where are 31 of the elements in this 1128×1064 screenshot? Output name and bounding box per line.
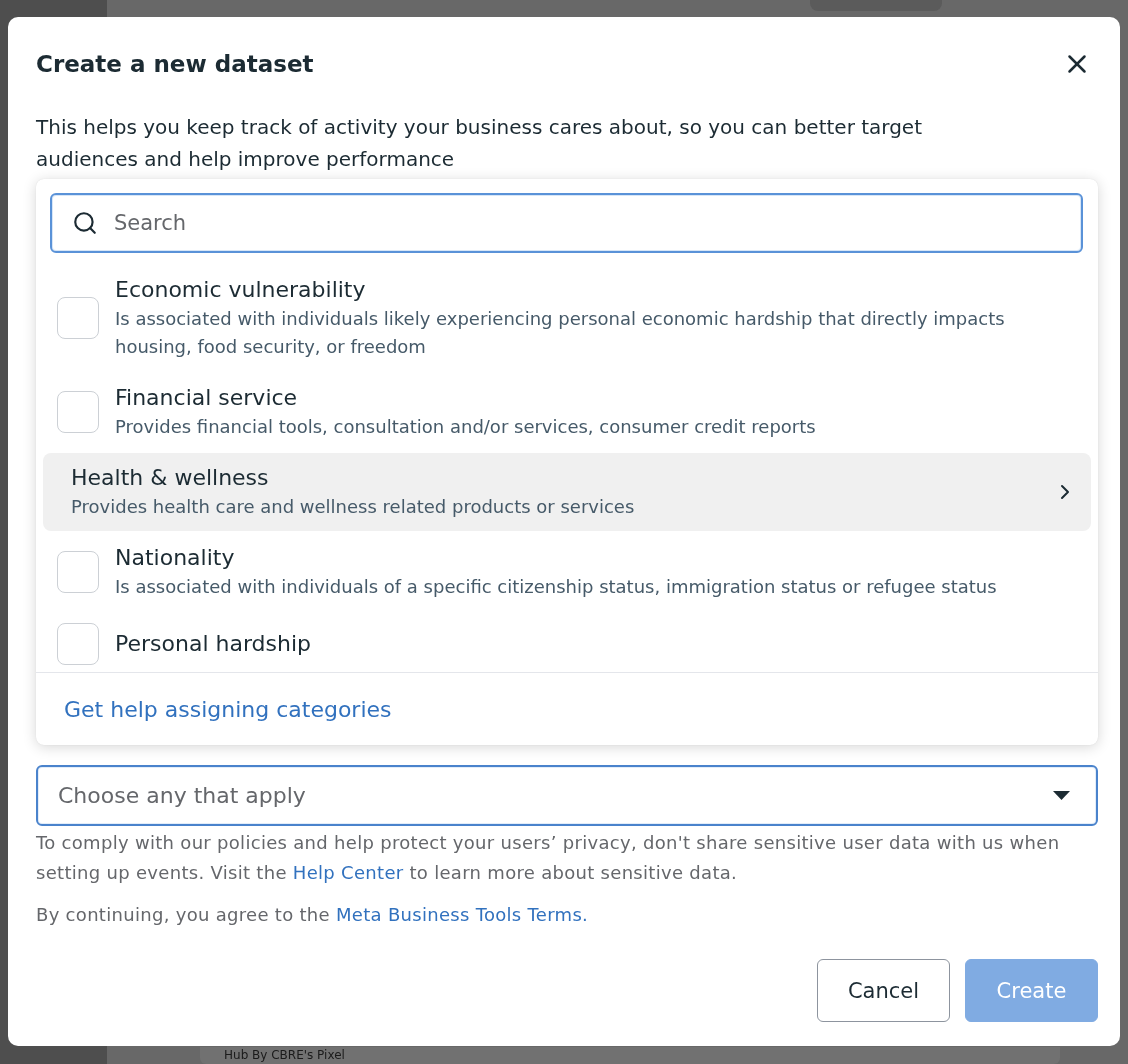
option-title: Personal hardship [115, 630, 313, 658]
cancel-button[interactable]: Cancel [817, 959, 950, 1022]
help-link[interactable]: Get help assigning categories [64, 696, 392, 722]
option-title: Nationality [115, 544, 236, 572]
checkbox[interactable] [57, 391, 99, 433]
search-field[interactable]: Search [50, 193, 1083, 253]
category-select[interactable]: Choose any that apply [36, 765, 1098, 826]
menu-option[interactable]: Health & wellness Provides health care and wellness related products or services [43, 453, 1091, 531]
option-description: Is associated with individuals likely experiencing personal economic hardship that directly impacts housing, food security, or freedom [115, 307, 1006, 359]
dialog-title: Create a new dataset [36, 51, 314, 77]
option-description: Provides health care and wellness related products or services [71, 495, 636, 519]
option-title: Financial service [115, 384, 299, 412]
checkbox[interactable] [57, 551, 99, 593]
option-description: Provides financial tools, consultation and/or services, consumer credit reports [115, 415, 817, 439]
menu-option[interactable]: Personal hardship [43, 613, 1091, 672]
terms-link[interactable]: Meta Business Tools Terms. [336, 904, 589, 925]
option-title: Health & wellness [71, 464, 270, 492]
menu-option[interactable]: Nationality Is associated with individuals of a specific citizenship status, immigration status or refugee status [43, 533, 1091, 611]
option-description: Is associated with individuals of a specific citizenship status, immigration status or refugee status [115, 575, 998, 599]
option-title: Economic vulnerability [115, 276, 367, 304]
terms-note: By continuing, you agree to the Meta Business Tools Terms. [36, 903, 590, 927]
checkbox[interactable] [57, 297, 99, 339]
help-center-link[interactable]: Help Center [292, 862, 404, 883]
search-icon [72, 210, 98, 236]
menu-option[interactable]: Economic vulnerability Is associated with individuals likely experiencing personal economic hardship that directly impacts housing, food security, or freedom [43, 265, 1091, 371]
menu-option[interactable]: Financial service Provides financial tools, consultation and/or services, consumer credit reports [43, 373, 1091, 451]
checkbox[interactable] [57, 623, 99, 665]
dimmed-select-field: Hub By CBRE's Pixel [200, 1047, 1060, 1064]
caret-icon [1053, 791, 1070, 800]
dialog-description: This helps you keep track of activity your business cares about, so you can better target audiences and help improve performance [36, 114, 923, 173]
privacy-note: To comply with our policies and help protect your users’ privacy, don't share sensitive user data with us when setting up events. Visit the Help Center to learn more about sensitive data. [36, 831, 1061, 885]
